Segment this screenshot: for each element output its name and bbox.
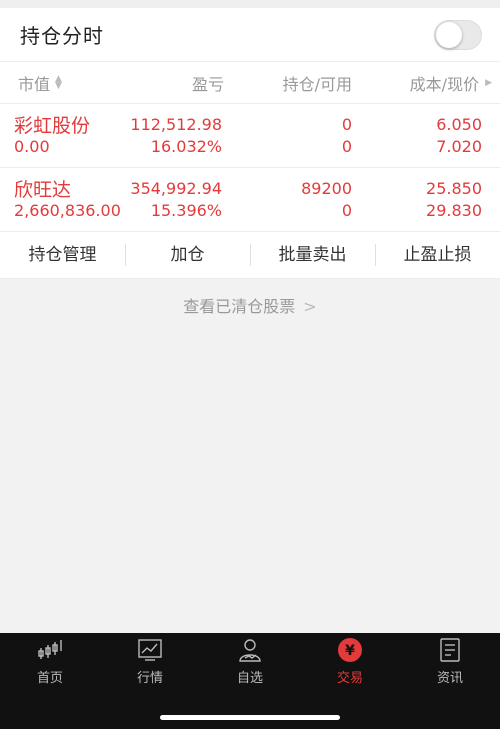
tab-news[interactable]: 资讯 — [400, 637, 500, 699]
pnl-percent: 15.396% — [150, 201, 222, 220]
top-strip — [0, 0, 500, 8]
market-value: 0.00 — [14, 137, 50, 156]
cleared-stocks-label: 查看已清仓股票 — [183, 297, 296, 316]
header: 持仓分时 — [0, 8, 500, 62]
tab-home-label: 首页 — [36, 671, 63, 686]
page-title: 持仓分时 — [20, 24, 104, 48]
pnl-value: 112,512.98 — [130, 115, 222, 134]
yen-icon: ¥ — [338, 638, 362, 662]
column-header: 市值 ▲ ▼ 盈亏 持仓/可用 成本/现价 ▶ — [0, 62, 500, 104]
tab-watchlist-label: 自选 — [236, 671, 263, 686]
tab-market-label: 行情 — [136, 671, 163, 686]
col-holding: 持仓/可用 — [282, 74, 352, 94]
col-pnl: 盈亏 — [191, 74, 224, 94]
tab-watchlist[interactable]: 自选 — [200, 637, 300, 699]
cost-value: 6.050 — [436, 115, 482, 134]
table-row[interactable]: 欣旺达 354,992.94 89200 25.850 2,660,836.00… — [0, 168, 500, 232]
tab-home[interactable]: 首页 — [0, 637, 100, 699]
cost-value: 25.850 — [426, 179, 482, 198]
table-row[interactable]: 彩虹股份 112,512.98 0 6.050 0.00 16.032% 0 7… — [0, 104, 500, 168]
toggle-knob — [436, 21, 462, 48]
col-market-value-label: 市值 — [18, 74, 51, 94]
svg-text:¥: ¥ — [345, 643, 355, 659]
holding-value: 0 — [341, 115, 352, 134]
add-position-button[interactable]: 加仓 — [125, 232, 250, 278]
price-value: 7.020 — [436, 137, 482, 156]
stop-profit-loss-button[interactable]: 止盈止损 — [375, 232, 500, 278]
user-icon — [239, 639, 261, 662]
available-value: 0 — [341, 201, 352, 220]
chart-icon — [138, 639, 162, 661]
chevron-right-icon: > — [303, 297, 317, 316]
manage-positions-button[interactable]: 持仓管理 — [0, 232, 125, 278]
stock-name: 欣旺达 — [14, 179, 72, 201]
action-bar: 持仓管理 加仓 批量卖出 止盈止损 — [0, 232, 500, 279]
home-indicator[interactable] — [160, 715, 340, 720]
candlestick-icon — [38, 640, 62, 659]
price-value: 29.830 — [426, 201, 482, 220]
tab-bar: 首页 行情 自选 ¥ 交易 资讯 — [0, 633, 500, 729]
available-value: 0 — [341, 137, 352, 156]
intraday-toggle[interactable] — [434, 19, 482, 50]
pnl-value: 354,992.94 — [130, 179, 222, 198]
col-cost-price-label: 成本/现价 — [409, 74, 480, 94]
tab-trade[interactable]: ¥ 交易 — [300, 637, 400, 699]
holding-value: 89200 — [301, 179, 352, 198]
col-market-value[interactable]: 市值 ▲ ▼ — [18, 71, 128, 95]
cleared-stocks-link[interactable]: 查看已清仓股票 > — [0, 293, 500, 317]
pnl-percent: 16.032% — [150, 137, 222, 156]
batch-sell-button[interactable]: 批量卖出 — [250, 232, 375, 278]
sort-icon: ▲ ▼ — [55, 73, 62, 91]
market-value: 2,660,836.00 — [14, 201, 121, 220]
document-icon — [440, 638, 460, 662]
chevron-right-icon: ▶ — [485, 77, 492, 88]
tab-market[interactable]: 行情 — [100, 637, 200, 699]
col-cost-price[interactable]: 成本/现价 ▶ — [352, 71, 492, 95]
tab-trade-label: 交易 — [336, 671, 363, 686]
tab-news-label: 资讯 — [436, 671, 463, 686]
stock-name: 彩虹股份 — [14, 115, 91, 137]
